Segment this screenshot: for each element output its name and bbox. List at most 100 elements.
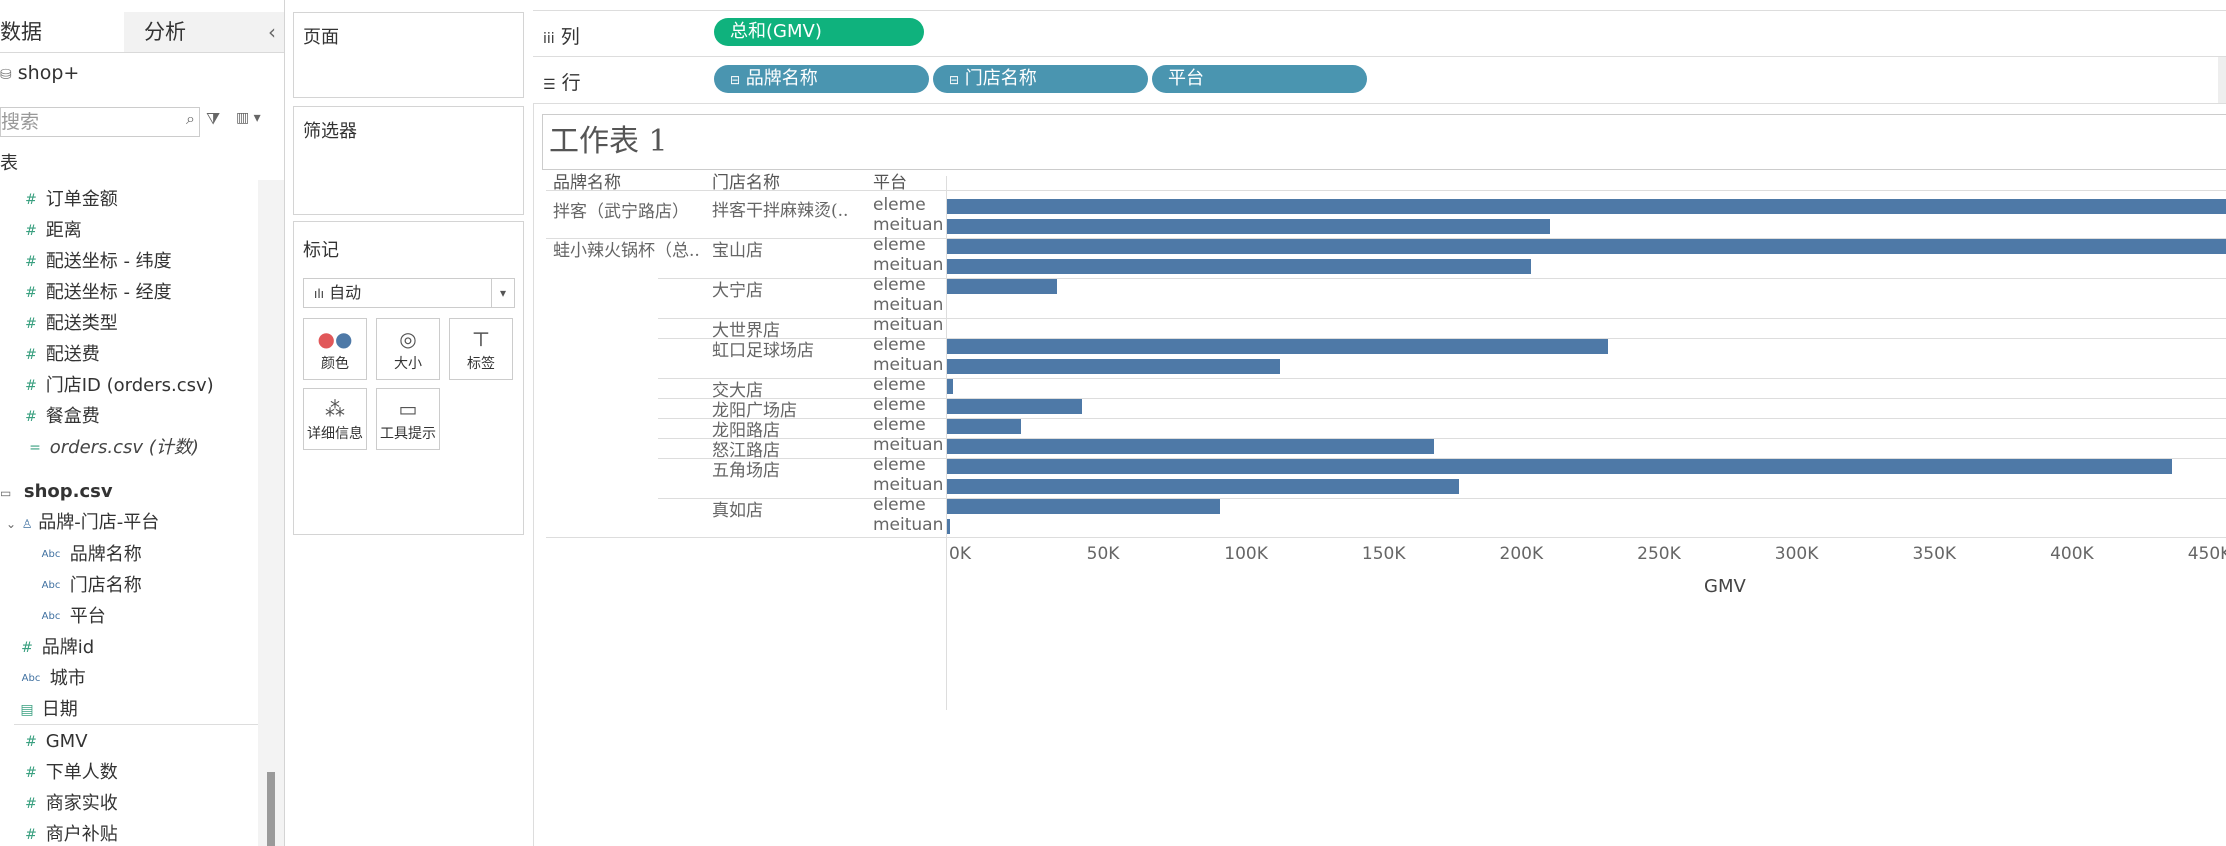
platform-label[interactable]: eleme [873, 415, 926, 435]
platform-label[interactable]: meituan [873, 315, 943, 335]
store-label[interactable]: 拌客干拌麻辣烫(.. [712, 196, 848, 221]
platform-label[interactable]: eleme [873, 195, 926, 215]
bar[interactable] [947, 279, 1058, 294]
pill-platform[interactable]: 平台 [1152, 65, 1367, 93]
hierarchy-item[interactable]: ⌄ ♙ 品牌-门店-平台 [6, 509, 159, 537]
platform-label[interactable]: meituan [873, 435, 943, 455]
table-shop[interactable]: ▭ shop.csv [0, 478, 113, 506]
field-item[interactable]: = orders.csv (计数) [26, 434, 199, 462]
x-tick-label: 200K [1499, 544, 1544, 564]
detail-button[interactable]: ⁂ 详细信息 [303, 388, 367, 450]
bar[interactable] [947, 339, 1608, 354]
platform-label[interactable]: eleme [873, 235, 926, 255]
text-icon: ⊤ [471, 327, 491, 351]
field-item[interactable]: # 商户补贴 [22, 821, 118, 846]
bar[interactable] [947, 439, 1435, 454]
number-icon: # [25, 378, 37, 394]
bar[interactable] [947, 379, 953, 394]
rows-shelf[interactable]: ☰ 行 ⊟ 品牌名称 ⊟ 门店名称 平台 [533, 56, 2226, 104]
pill-brand[interactable]: ⊟ 品牌名称 [714, 65, 929, 93]
field-label: 品牌名称 [64, 544, 142, 565]
filter-icon[interactable]: ⧩ [206, 109, 220, 129]
pill-store[interactable]: ⊟ 门店名称 [933, 65, 1148, 93]
pill-brand-label: 品牌名称 [745, 68, 818, 89]
store-label[interactable]: 虹口足球场店 [712, 336, 814, 361]
tab-analysis[interactable]: 分析 ‹ [124, 12, 284, 52]
field-item[interactable]: # 配送坐标 - 纬度 [22, 248, 172, 276]
field-item[interactable]: Abc 平台 [38, 603, 106, 631]
columns-label: iii 列 [543, 22, 580, 49]
brand-label[interactable]: 拌客（武宁路店） [553, 197, 689, 222]
field-item[interactable]: Abc 品牌名称 [38, 541, 142, 569]
scrollbar-thumb[interactable] [267, 772, 275, 846]
field-item[interactable]: # 商家实收 [22, 790, 118, 818]
size-button[interactable]: ◎ 大小 [376, 318, 440, 380]
scrollbar-track[interactable] [258, 180, 284, 846]
collapse-pane-icon[interactable]: ‹ [268, 12, 276, 52]
platform-label[interactable]: eleme [873, 455, 926, 475]
field-item[interactable]: # 配送坐标 - 经度 [22, 279, 172, 307]
platform-label[interactable]: meituan [873, 475, 943, 495]
view-options-icon[interactable]: ▥ ▾ [236, 110, 261, 126]
store-label[interactable]: 真如店 [712, 496, 763, 521]
platform-label[interactable]: meituan [873, 255, 943, 275]
tab-data[interactable]: 数据 [0, 12, 125, 52]
bar[interactable] [947, 219, 1550, 234]
search-icon[interactable]: ⌕ [186, 109, 195, 129]
sheet-title[interactable]: 工作表 1 [542, 114, 2226, 170]
field-label: 日期 [36, 699, 78, 720]
field-item[interactable]: Abc 门店名称 [38, 572, 142, 600]
bar[interactable] [947, 199, 2226, 214]
pages-title: 页面 [303, 27, 339, 48]
search-input[interactable]: 搜索 [0, 107, 200, 137]
field-item[interactable]: # GMV [22, 728, 88, 756]
datasource-item[interactable]: ⛁ shop+ [0, 58, 79, 88]
bar[interactable] [947, 519, 950, 534]
rows-text: 行 [561, 72, 581, 94]
field-item[interactable]: # 配送类型 [22, 310, 118, 338]
field-item[interactable]: # 距离 [22, 217, 82, 245]
platform-label[interactable]: meituan [873, 515, 943, 535]
filters-title: 筛选器 [303, 121, 357, 142]
bar[interactable] [947, 499, 1220, 514]
bar[interactable] [947, 399, 1082, 414]
bar[interactable] [947, 479, 1459, 494]
filters-card[interactable]: 筛选器 [293, 106, 524, 215]
platform-label[interactable]: meituan [873, 355, 943, 375]
field-label: GMV [40, 731, 88, 752]
platform-label[interactable]: eleme [873, 395, 926, 415]
platform-label[interactable]: meituan [873, 215, 943, 235]
platform-label[interactable]: eleme [873, 275, 926, 295]
brand-label[interactable]: 蛙小辣火锅杯（总.. [553, 236, 700, 261]
mark-type-dropdown[interactable]: ılı 自动 ▾ [303, 278, 515, 308]
bar[interactable] [947, 239, 2226, 254]
platform-label[interactable]: eleme [873, 335, 926, 355]
bar[interactable] [947, 359, 1281, 374]
platform-label[interactable]: meituan [873, 295, 943, 315]
pill-sum-gmv[interactable]: 总和(GMV) [714, 18, 924, 46]
platform-label[interactable]: eleme [873, 375, 926, 395]
store-label[interactable]: 五角场店 [712, 456, 780, 481]
pages-card[interactable]: 页面 [293, 12, 524, 98]
field-item[interactable]: # 配送费 [22, 341, 100, 369]
tooltip-button[interactable]: ▭ 工具提示 [376, 388, 440, 450]
label-button[interactable]: ⊤ 标签 [449, 318, 513, 380]
field-item[interactable]: ▤ 日期 [18, 696, 78, 724]
platform-label[interactable]: eleme [873, 495, 926, 515]
field-item[interactable]: # 订单金额 [22, 186, 118, 214]
field-item[interactable]: # 品牌id [18, 634, 94, 662]
marks-card: 标记 ılı 自动 ▾ ●● 颜色 ◎ 大小 ⊤ 标签 ⁂ 详细信息 ▭ 工具提示 [293, 221, 524, 535]
field-item[interactable]: # 门店ID (orders.csv) [22, 372, 214, 400]
field-item[interactable]: Abc 城市 [18, 665, 86, 693]
bar[interactable] [947, 259, 1531, 274]
bar[interactable] [947, 419, 1022, 434]
shelf-scrollbar[interactable] [2218, 57, 2226, 103]
store-label[interactable]: 大宁店 [712, 276, 763, 301]
number-icon: # [25, 827, 37, 843]
field-item[interactable]: # 餐盒费 [22, 403, 100, 431]
columns-shelf[interactable]: iii 列 总和(GMV) [533, 10, 2226, 58]
color-button[interactable]: ●● 颜色 [303, 318, 367, 380]
bar[interactable] [947, 459, 2172, 474]
store-label[interactable]: 宝山店 [712, 236, 763, 261]
field-item[interactable]: # 下单人数 [22, 759, 118, 787]
